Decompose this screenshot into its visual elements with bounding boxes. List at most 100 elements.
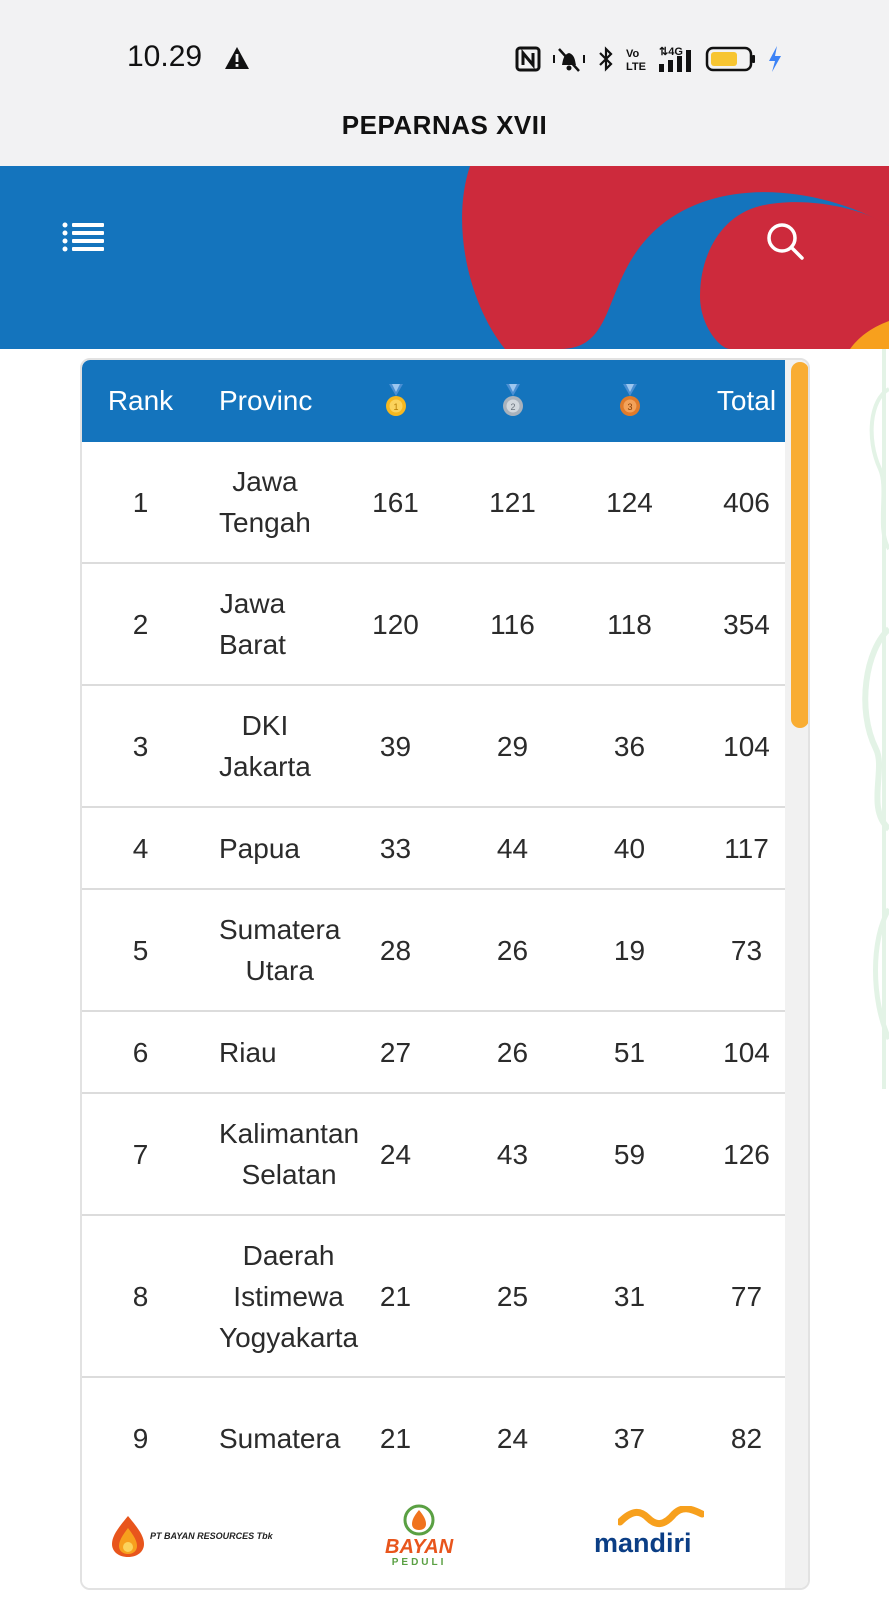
gold-cell: 120: [372, 608, 419, 640]
rank-cell: 7: [132, 1138, 149, 1170]
total-cell: 82: [730, 1422, 763, 1454]
province-line: DKI: [241, 710, 289, 741]
bell-off-icon: [553, 48, 585, 72]
sponsor-name: PT BAYAN RESOURCES Tbk: [150, 1530, 273, 1541]
province-line: Jakarta: [219, 751, 311, 782]
header-bronze[interactable]: 3: [571, 360, 688, 442]
province-cell: Jawa Barat: [219, 564, 347, 684]
total-cell: 354: [723, 608, 770, 640]
sponsor-mandiri[interactable]: mandiri: [594, 1479, 704, 1588]
battery-icon: [705, 46, 755, 72]
silver-cell: 26: [496, 934, 529, 966]
gold-cell: 21: [379, 1280, 412, 1312]
total-cell: 104: [723, 1036, 770, 1068]
province-cell: Papua: [219, 808, 347, 888]
header-silver[interactable]: 2: [454, 360, 571, 442]
province-line: Sumatera: [219, 1422, 341, 1454]
hero-decoration: [0, 166, 889, 349]
bronze-cell: 40: [613, 832, 646, 864]
total-cell: 117: [724, 832, 769, 864]
province-line: Tengah: [219, 507, 311, 538]
table-row[interactable]: 6 Riau 27 26 51 104: [82, 1012, 785, 1094]
rank-cell: 5: [132, 934, 149, 966]
header-rank[interactable]: Rank: [82, 360, 199, 442]
rank-cell: 6: [132, 1036, 149, 1068]
svg-text:3: 3: [627, 402, 632, 412]
province-cell: Daerah Istimewa Yogyakarta: [219, 1216, 358, 1376]
sponsor-subname: PEDULI: [391, 1556, 447, 1568]
silver-cell: 25: [496, 1280, 529, 1312]
header-province[interactable]: Provinc: [219, 360, 347, 442]
province-line: Jawa: [219, 588, 286, 619]
bronze-cell: 118: [607, 608, 652, 640]
bronze-cell: 37: [613, 1422, 646, 1454]
gold-cell: 24: [379, 1138, 412, 1170]
sponsor-bar: PT BAYAN RESOURCES Tbk BAYAN PEDULI mand…: [82, 1479, 785, 1588]
bluetooth-icon: [599, 46, 613, 72]
rank-cell: 9: [132, 1422, 149, 1454]
total-cell: 73: [730, 934, 763, 966]
gold-cell: 161: [372, 486, 419, 518]
province-cell: Kalimantan Selatan: [219, 1094, 359, 1214]
sponsor-name: BAYAN: [385, 1535, 454, 1558]
table-row[interactable]: 8 Daerah Istimewa Yogyakarta 21 25 31 77: [82, 1216, 785, 1378]
header-gold[interactable]: 1: [337, 360, 454, 442]
bronze-cell: 36: [613, 730, 646, 762]
province-cell: Riau: [219, 1012, 347, 1092]
table-scrollbar-track[interactable]: [785, 360, 808, 1588]
nfc-icon: [515, 46, 541, 72]
table-row[interactable]: 3 DKI Jakarta 39 29 36 104: [82, 686, 785, 808]
bronze-cell: 59: [613, 1138, 646, 1170]
svg-text:LTE: LTE: [626, 61, 646, 73]
svg-text:1: 1: [393, 402, 398, 412]
bayan-peduli-icon: [403, 1504, 435, 1535]
province-line: Jawa: [232, 466, 298, 497]
table-row[interactable]: 2 Jawa Barat 120 116 118 354: [82, 564, 785, 686]
province-line: Barat: [219, 629, 286, 660]
bronze-cell: 51: [613, 1036, 646, 1068]
province-line: Sumatera: [219, 914, 341, 945]
bronze-cell: 19: [613, 934, 646, 966]
silver-medal-icon: 2: [502, 384, 523, 416]
medal-table-card: Rank Provinc 1 2 3 Total 1 Jawa Tengah 1…: [80, 358, 810, 1590]
search-icon[interactable]: [765, 221, 805, 261]
province-line: Papua: [219, 832, 300, 864]
page-title: PEPARNAS XVII: [341, 110, 548, 140]
rank-cell: 1: [132, 486, 149, 518]
bronze-medal-icon: 3: [619, 384, 640, 416]
menu-icon[interactable]: [62, 221, 104, 253]
province-cell: Sumatera Utara: [219, 890, 347, 1010]
table-row[interactable]: 5 Sumatera Utara 28 26 19 73: [82, 890, 785, 1012]
bronze-cell: 31: [613, 1280, 646, 1312]
mandiri-wave-icon: [618, 1506, 704, 1527]
gold-cell: 28: [379, 934, 412, 966]
gold-cell: 21: [379, 1422, 412, 1454]
bayan-flame-icon: [112, 1515, 144, 1557]
silver-cell: 29: [496, 730, 529, 762]
table-scrollbar-thumb[interactable]: [791, 362, 808, 728]
table-body[interactable]: 1 Jawa Tengah 161 121 124 406 2 Jawa Bar…: [82, 442, 785, 1479]
svg-text:Vo: Vo: [626, 48, 640, 60]
table-header: Rank Provinc 1 2 3 Total: [82, 360, 785, 442]
gold-medal-icon: 1: [385, 384, 406, 416]
silver-cell: 44: [496, 832, 529, 864]
table-row[interactable]: 1 Jawa Tengah 161 121 124 406: [82, 442, 785, 564]
total-cell: 126: [723, 1138, 770, 1170]
silver-cell: 116: [490, 608, 535, 640]
sponsor-bayan-peduli[interactable]: BAYAN PEDULI: [385, 1479, 454, 1588]
volte-icon: Vo LTE: [626, 48, 646, 73]
silver-cell: 43: [496, 1138, 529, 1170]
silver-cell: 24: [496, 1422, 529, 1454]
province-cell: DKI Jakarta: [219, 686, 347, 806]
sponsor-name: mandiri: [594, 1528, 692, 1558]
table-row[interactable]: 4 Papua 33 44 40 117: [82, 808, 785, 890]
table-row[interactable]: 7 Kalimantan Selatan 24 43 59 126: [82, 1094, 785, 1216]
gold-cell: 39: [379, 730, 412, 762]
total-cell: 104: [723, 730, 770, 762]
sponsor-bayan-resources[interactable]: PT BAYAN RESOURCES Tbk: [110, 1479, 273, 1588]
bronze-cell: 124: [606, 486, 653, 518]
province-line: Riau: [219, 1036, 277, 1068]
table-row[interactable]: 9 Sumatera 21 24 37 82: [82, 1378, 785, 1479]
rank-cell: 2: [132, 608, 149, 640]
total-cell: 406: [723, 486, 770, 518]
